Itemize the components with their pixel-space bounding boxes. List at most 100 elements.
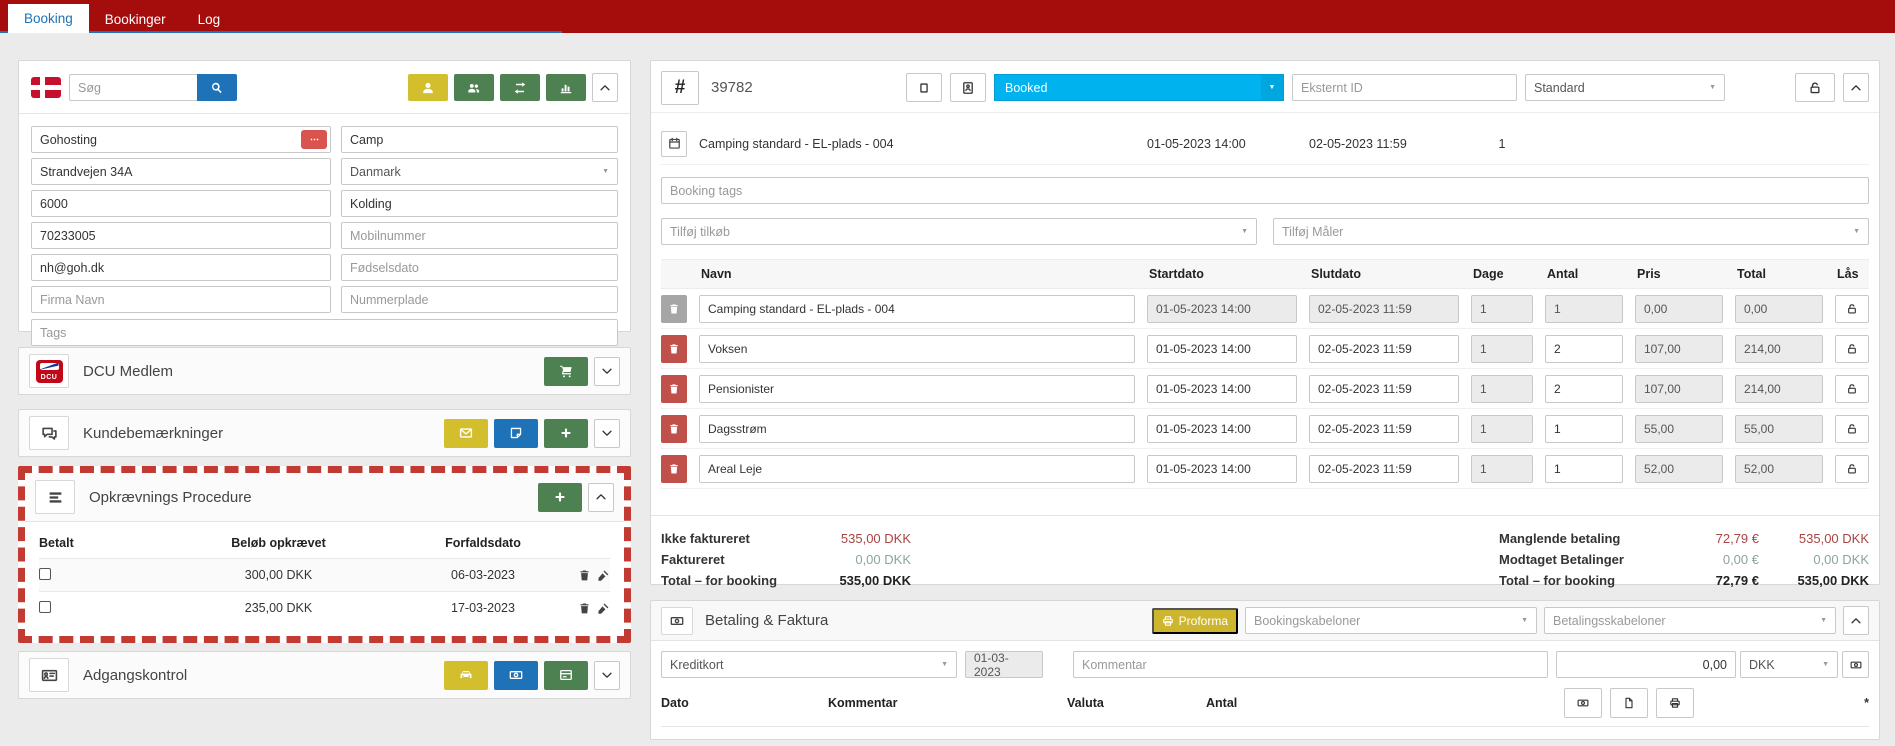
search-button[interactable] xyxy=(197,74,237,101)
paid-checkbox[interactable] xyxy=(39,568,51,580)
payment-comment-field[interactable] xyxy=(1073,651,1548,678)
email-field[interactable] xyxy=(31,254,331,281)
booking-tags-field[interactable] xyxy=(661,177,1869,204)
gavel-icon[interactable] xyxy=(597,569,610,582)
camp-field[interactable] xyxy=(341,126,618,153)
item-end-input[interactable] xyxy=(1309,415,1459,443)
item-name-input[interactable] xyxy=(699,295,1135,323)
item-start-input[interactable] xyxy=(1147,455,1297,483)
calendar-icon[interactable] xyxy=(661,131,687,157)
gavel-icon[interactable] xyxy=(597,602,610,615)
tab-log[interactable]: Log xyxy=(182,6,237,33)
item-start-input[interactable] xyxy=(1147,415,1297,443)
payment-collapse-button[interactable] xyxy=(1843,606,1869,635)
mobile-field[interactable] xyxy=(341,222,618,249)
add-payment-button[interactable] xyxy=(1842,651,1869,678)
booking-customer-card-button[interactable] xyxy=(950,73,986,102)
payments-print-button[interactable] xyxy=(1656,688,1694,718)
item-name-input[interactable] xyxy=(699,455,1135,483)
birthdate-field[interactable] xyxy=(341,254,618,281)
item-name-input[interactable] xyxy=(699,375,1135,403)
item-qty-input[interactable] xyxy=(1545,375,1623,403)
item-lock-button[interactable] xyxy=(1835,295,1869,323)
trash-icon[interactable] xyxy=(578,602,591,615)
dcu-expand-button[interactable] xyxy=(594,357,620,386)
booking-lock-button[interactable] xyxy=(1795,73,1835,102)
plate-field[interactable] xyxy=(341,286,618,313)
notes-note-button[interactable] xyxy=(494,419,538,448)
payment-templates-select[interactable]: Betalingsskabeloner▼ xyxy=(1544,607,1836,634)
access-expand-button[interactable] xyxy=(594,661,620,690)
item-end-input[interactable] xyxy=(1309,375,1459,403)
delete-item-button[interactable] xyxy=(661,295,687,323)
payments-document-button[interactable] xyxy=(1610,688,1648,718)
notes-expand-button[interactable] xyxy=(594,419,620,448)
item-end-input[interactable] xyxy=(1309,455,1459,483)
phone-field[interactable] xyxy=(31,222,331,249)
payment-date-field[interactable]: 01-03-2023 xyxy=(965,651,1043,678)
item-name-input[interactable] xyxy=(699,415,1135,443)
item-name-input[interactable] xyxy=(699,335,1135,363)
access-payment-button[interactable] xyxy=(494,661,538,690)
payments-money-button[interactable] xyxy=(1564,688,1602,718)
item-qty-input[interactable] xyxy=(1545,295,1623,323)
delete-item-button[interactable] xyxy=(661,415,687,443)
payment-currency-select[interactable]: DKK▼ xyxy=(1740,651,1838,678)
paid-checkbox[interactable] xyxy=(39,601,51,613)
banknote-icon xyxy=(661,607,693,635)
customer-stats-button[interactable] xyxy=(546,74,586,101)
access-vehicle-button[interactable] xyxy=(444,661,488,690)
customer-profile-button[interactable] xyxy=(408,74,448,101)
customer-more-button[interactable] xyxy=(301,130,327,149)
zip-field[interactable] xyxy=(31,190,331,217)
item-start-input[interactable] xyxy=(1147,375,1297,403)
customer-search-input[interactable] xyxy=(69,74,197,101)
delete-item-button[interactable] xyxy=(661,375,687,403)
country-select[interactable]: Danmark▼ xyxy=(341,158,618,185)
booking-status-select[interactable]: Booked ▼ xyxy=(994,74,1284,101)
item-qty-input[interactable] xyxy=(1545,455,1623,483)
procedure-collapse-button[interactable] xyxy=(588,483,614,512)
customer-collapse-button[interactable] xyxy=(592,73,618,102)
payment-method-select[interactable]: Kreditkort▼ xyxy=(661,651,957,678)
booking-category-select[interactable]: Standard▼ xyxy=(1525,74,1725,101)
company-field[interactable] xyxy=(31,286,331,313)
tab-bookinger[interactable]: Bookinger xyxy=(89,6,182,33)
access-cards-button[interactable] xyxy=(544,661,588,690)
unlock-icon xyxy=(1846,343,1858,355)
tab-booking[interactable]: Booking xyxy=(8,4,89,33)
procedure-add-button[interactable] xyxy=(538,483,582,512)
item-start-input[interactable] xyxy=(1147,335,1297,363)
dcu-shop-button[interactable] xyxy=(544,357,588,386)
customer-name-field[interactable] xyxy=(31,126,331,153)
delete-item-button[interactable] xyxy=(661,455,687,483)
external-id-field[interactable] xyxy=(1292,74,1517,101)
customer-transfer-button[interactable] xyxy=(500,74,540,101)
notes-add-button[interactable] xyxy=(544,419,588,448)
item-end-input[interactable] xyxy=(1309,335,1459,363)
booking-select-button[interactable] xyxy=(906,73,942,102)
booking-collapse-button[interactable] xyxy=(1843,73,1869,102)
add-meter-select[interactable]: Tilføj Måler▼ xyxy=(1273,218,1869,245)
item-lock-button[interactable] xyxy=(1835,455,1869,483)
summary-label: Manglende betaling xyxy=(1499,528,1684,549)
payment-amount-field[interactable] xyxy=(1556,651,1736,678)
item-end-input[interactable] xyxy=(1309,295,1459,323)
item-lock-button[interactable] xyxy=(1835,415,1869,443)
item-lock-button[interactable] xyxy=(1835,335,1869,363)
col-antal: Antal xyxy=(1545,267,1623,281)
item-lock-button[interactable] xyxy=(1835,375,1869,403)
city-field[interactable] xyxy=(341,190,618,217)
proforma-button[interactable]: Proforma xyxy=(1152,608,1238,634)
item-qty-input[interactable] xyxy=(1545,335,1623,363)
item-qty-input[interactable] xyxy=(1545,415,1623,443)
item-start-input[interactable] xyxy=(1147,295,1297,323)
add-addon-select[interactable]: Tilføj tilkøb▼ xyxy=(661,218,1257,245)
booking-templates-select[interactable]: Bookingskabeloner▼ xyxy=(1245,607,1537,634)
address-field[interactable] xyxy=(31,158,331,185)
notes-mail-button[interactable] xyxy=(444,419,488,448)
customer-group-button[interactable] xyxy=(454,74,494,101)
delete-item-button[interactable] xyxy=(661,335,687,363)
customer-tags-field[interactable] xyxy=(31,319,618,346)
trash-icon[interactable] xyxy=(578,569,591,582)
